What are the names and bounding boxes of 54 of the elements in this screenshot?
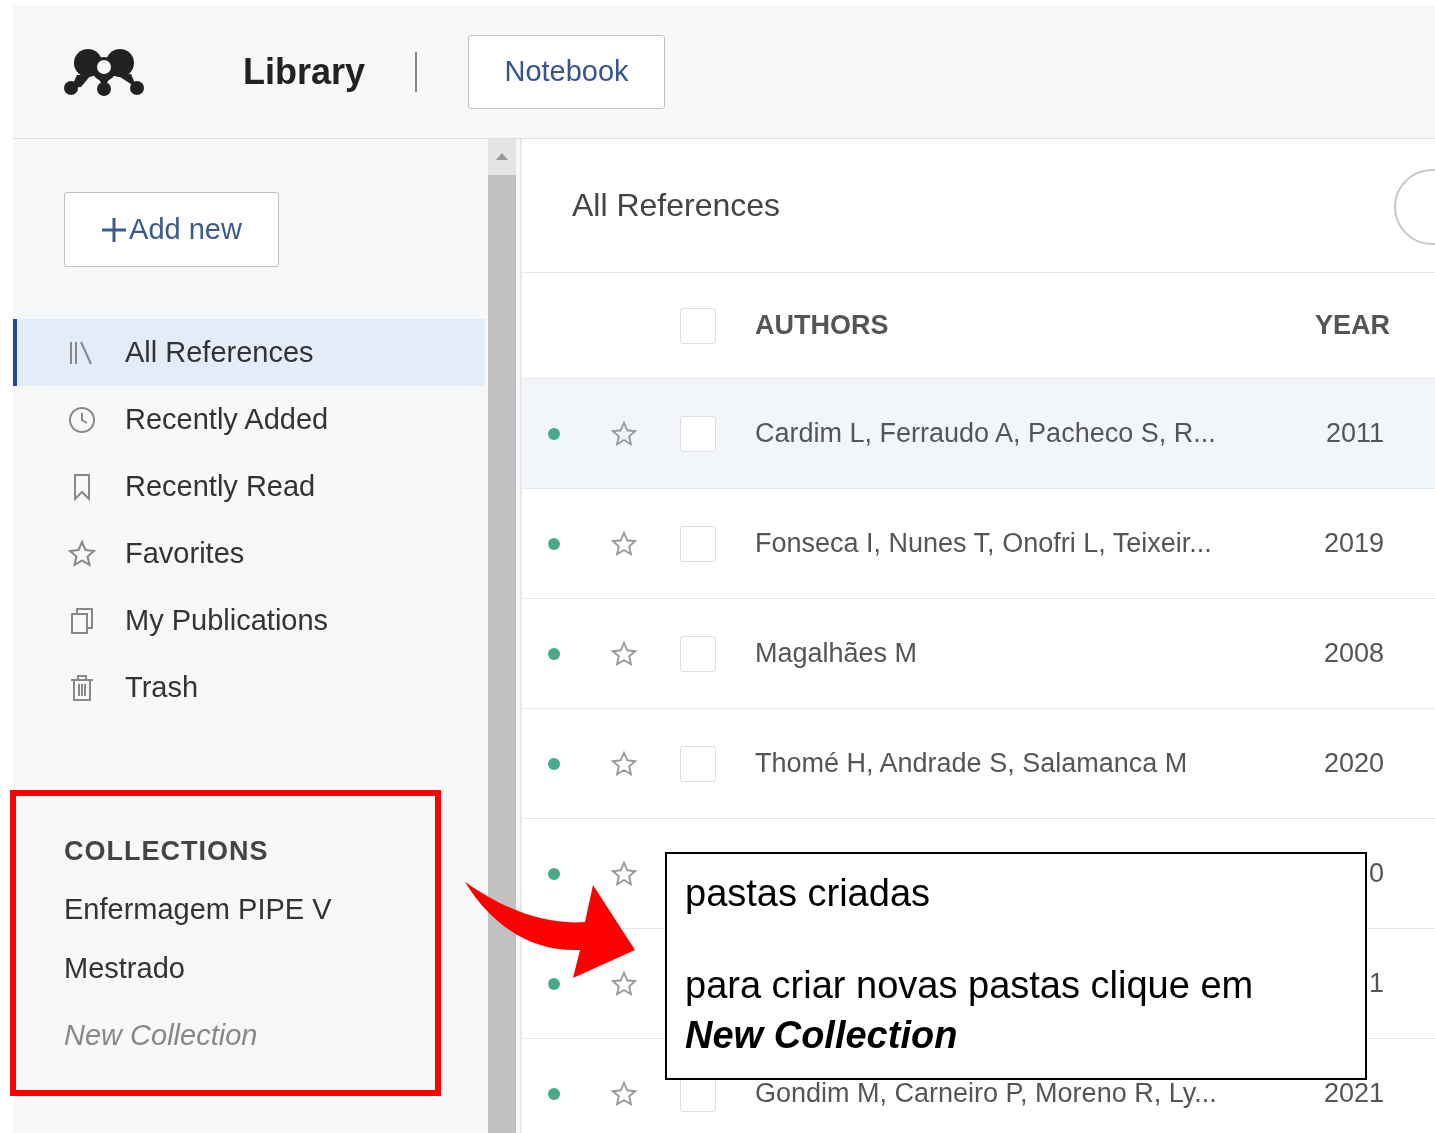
star-icon[interactable] [610,529,638,558]
nav-item[interactable]: Recently Added [13,386,485,453]
star-icon[interactable] [610,749,638,778]
status-dot [548,867,560,880]
row-checkbox[interactable] [680,525,716,562]
nav-item[interactable]: Favorites [13,520,485,587]
table-cell-text: Magalhães M [755,638,919,669]
table-cell-text: 2021 [1322,1078,1385,1109]
status-dot [548,537,560,550]
collection-item[interactable]: Mestrado [64,952,485,985]
column-header[interactable]: AUTHORS [755,310,1295,341]
page-title: All References [572,187,781,224]
row-checkbox[interactable] [680,745,716,782]
app-title: Library [243,50,366,93]
table-cell-text: 2008 [1322,638,1385,669]
status-dot [548,1087,560,1100]
table-cell-text: Thomé H, Andrade S, Salamanca M [755,748,1189,779]
callout-text: para criar novas pastas clique em New Collection [685,963,1255,1058]
star-icon[interactable] [610,639,638,668]
table-cell-text: Fonseca I, Nunes T, Onofri L, Teixeir... [755,528,1213,559]
nav-item[interactable]: All References [13,319,485,386]
notebook-button[interactable]: Notebook [468,34,666,109]
callout-text: pastas criadas [685,871,931,916]
plus-icon [101,216,128,243]
status-dot [548,757,560,770]
star-icon[interactable] [610,1079,638,1108]
nav-item[interactable]: Trash [13,654,485,721]
scrollbar[interactable] [488,139,516,1133]
table-cell-text: Gondim M, Carneiro P, Moreno R, Ly... [755,1078,1218,1109]
nav-item[interactable]: My Publications [13,587,485,654]
add-new-button[interactable]: Add new [64,192,279,267]
table-cell-text: Cardim L, Ferraudo A, Pacheco S, R... [755,418,1217,449]
star-icon[interactable] [610,419,638,448]
row-checkbox[interactable] [680,635,716,672]
status-dot [548,427,560,440]
row-checkbox[interactable] [680,415,716,452]
section-heading: COLLECTIONS [64,836,270,867]
status-dot [548,977,560,990]
logo-icon [63,46,145,97]
star-icon[interactable] [610,969,638,998]
nav-item[interactable]: Recently Read [13,453,485,520]
table-cell-text: 0 [1367,858,1385,889]
scroll-up-icon[interactable] [495,151,509,161]
clock-icon [67,404,97,435]
collection-item[interactable]: Enfermagem PIPE V [64,893,485,926]
table-cell-text: 2019 [1322,528,1385,559]
table-cell-text: 2020 [1322,748,1385,779]
column-header[interactable]: YEAR [1295,310,1400,341]
select-all-checkbox[interactable] [680,307,716,344]
star-icon [67,538,97,569]
status-dot [548,647,560,660]
table-cell-text: 2011 [1324,418,1385,449]
star-icon[interactable] [610,859,638,888]
table-cell-text: 1 [1367,968,1385,999]
